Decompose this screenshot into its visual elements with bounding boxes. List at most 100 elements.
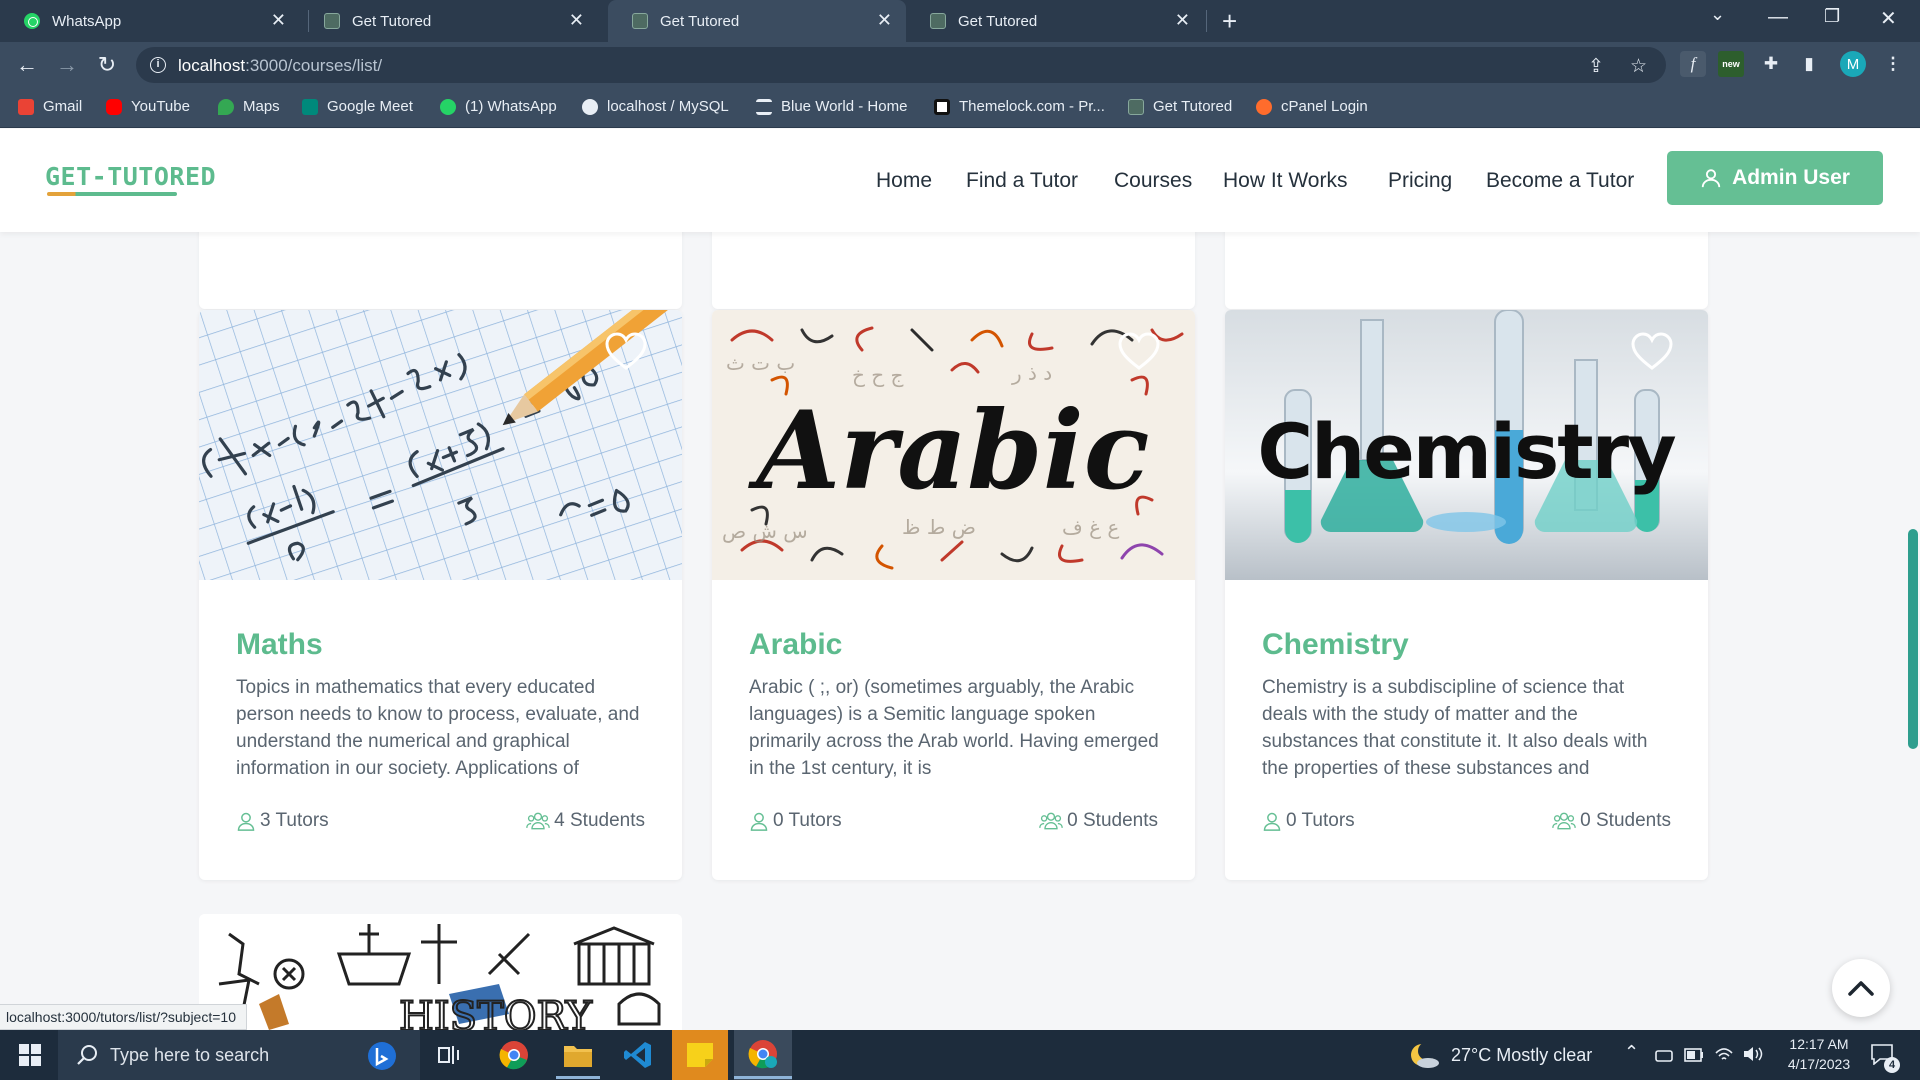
layers-icon (756, 98, 772, 115)
back-icon[interactable]: ← (12, 50, 42, 80)
active-indicator (734, 1076, 792, 1079)
volume-icon[interactable] (1742, 1045, 1764, 1063)
bing-icon[interactable] (366, 1040, 398, 1072)
tab-whatsapp[interactable]: WhatsApp ✕ (0, 0, 300, 42)
favorite-heart-icon[interactable] (604, 332, 648, 372)
course-description: Arabic ( ;, or) (sometimes arguably, the… (749, 677, 1159, 779)
nav-pricing[interactable]: Pricing (1388, 169, 1452, 193)
get-tutored-icon (930, 13, 946, 29)
clock-date: 4/17/2023 (1787, 1056, 1851, 1072)
site-logo[interactable]: GET-TUTORED (45, 162, 216, 191)
course-card-arabic[interactable]: ب ت ث ج ح خ د ذ ر س ش ص ض ط ظ ع غ ف Arabic A… (712, 310, 1195, 880)
bookmark-gmail[interactable]: Gmail (18, 98, 82, 115)
students-icon (1552, 812, 1576, 830)
color-picker-extension-icon[interactable]: new (1718, 51, 1744, 77)
meet-now-icon[interactable] (1655, 1047, 1673, 1065)
bookmark-themelock[interactable]: Themelock.com - Pr... (934, 98, 1105, 115)
admin-user-button[interactable]: Admin User (1667, 151, 1883, 205)
tray-chevron-icon[interactable]: ⌃ (1624, 1042, 1639, 1063)
bookmark-localhost-mysql[interactable]: localhost / MySQL (582, 98, 729, 115)
page-scrollbar[interactable] (1908, 529, 1918, 749)
students-count: 0 Students (1552, 810, 1671, 832)
taskbar-clock[interactable]: 12:17 AM 4/17/2023 (1778, 1034, 1860, 1074)
tutor-icon (1263, 812, 1281, 831)
side-panel-icon[interactable]: ▮ (1796, 51, 1822, 77)
tutors-count[interactable]: 3 Tutors (236, 810, 329, 832)
file-explorer-icon[interactable] (556, 1037, 600, 1073)
youtube-icon (106, 98, 122, 115)
favorite-heart-icon[interactable] (1117, 332, 1161, 372)
course-title[interactable]: Maths (236, 628, 323, 662)
sticky-notes-app[interactable] (672, 1030, 728, 1080)
address-bar[interactable]: i localhost:3000/courses/list/ ⇪ ☆ (136, 47, 1666, 83)
course-card-chemistry[interactable]: Chemistry Chemistry Chemistry is a subdi… (1225, 310, 1708, 880)
sticky-notes-icon (687, 1043, 713, 1067)
minimize-icon[interactable]: — (1768, 6, 1788, 29)
tutors-count[interactable]: 0 Tutors (1262, 810, 1355, 832)
restore-icon[interactable]: ❐ (1824, 6, 1840, 27)
tab-title: Get Tutored (352, 12, 432, 30)
extensions-puzzle-icon[interactable]: ✚ (1758, 51, 1784, 77)
url-text[interactable]: localhost:3000/courses/list/ (178, 56, 382, 76)
svg-text:ج ح خ: ج ح خ (852, 363, 904, 387)
forward-icon[interactable]: → (52, 50, 82, 80)
svg-text:Arabic: Arabic (748, 388, 1150, 514)
bookmark-star-icon[interactable]: ☆ (1630, 55, 1647, 78)
bookmark-whatsapp[interactable]: (1) WhatsApp (440, 98, 557, 115)
cpanel-icon (1256, 98, 1272, 115)
nav-how-it-works[interactable]: How It Works (1223, 169, 1347, 193)
chrome-profile-app[interactable] (734, 1030, 792, 1080)
tab-get-tutored[interactable]: Get Tutored ✕ (300, 0, 598, 42)
battery-icon[interactable] (1684, 1048, 1704, 1062)
wifi-icon[interactable] (1714, 1045, 1734, 1063)
admin-user-label: Admin User (1732, 166, 1850, 189)
tab-get-tutored-active[interactable]: Get Tutored ✕ (608, 0, 906, 42)
tab-get-tutored[interactable]: Get Tutored ✕ (906, 0, 1204, 42)
bookmark-google-meet[interactable]: Google Meet (302, 98, 413, 115)
reload-icon[interactable]: ↻ (92, 50, 122, 80)
bookmark-blue-world[interactable]: Blue World - Home (756, 98, 907, 115)
chrome-icon[interactable] (492, 1037, 536, 1073)
profile-avatar[interactable]: M (1840, 51, 1866, 77)
course-card-history[interactable]: HISTORY (199, 914, 682, 1030)
close-icon[interactable]: ✕ (1175, 10, 1190, 31)
bookmark-youtube[interactable]: YouTube (106, 98, 190, 115)
tutors-count[interactable]: 0 Tutors (749, 810, 842, 832)
course-title[interactable]: Arabic (749, 628, 842, 662)
nav-home[interactable]: Home (876, 169, 932, 193)
tab-search-icon[interactable]: ⌄ (1710, 4, 1725, 25)
new-tab-icon[interactable]: + (1222, 6, 1237, 37)
bookmark-cpanel[interactable]: cPanel Login (1256, 98, 1368, 115)
course-card-maths[interactable]: Maths Topics in mathematics that every e… (199, 310, 682, 880)
user-icon (1701, 169, 1721, 188)
menu-kebab-icon[interactable]: ⋮ (1880, 51, 1906, 77)
windows-start-icon[interactable] (8, 1037, 52, 1073)
task-view-icon[interactable] (428, 1037, 472, 1073)
clock-time: 12:17 AM (1789, 1036, 1849, 1052)
tab-strip: WhatsApp ✕ Get Tutored ✕ Get Tutored ✕ G… (0, 0, 1920, 42)
tutor-icon (237, 812, 255, 831)
svg-text:ع غ ف: ع غ ف (1062, 515, 1119, 539)
bookmark-get-tutored[interactable]: Get Tutored (1128, 98, 1232, 115)
scroll-to-top-button[interactable] (1832, 959, 1890, 1017)
share-icon[interactable]: ⇪ (1588, 55, 1604, 78)
weather-text[interactable]: 27°C Mostly clear (1451, 1045, 1592, 1066)
close-icon[interactable]: ✕ (877, 10, 892, 31)
nav-become-a-tutor[interactable]: Become a Tutor (1486, 169, 1634, 193)
chrome-profile-icon (748, 1040, 777, 1069)
taskbar-search-box[interactable]: Type here to search (58, 1030, 420, 1080)
bookmark-maps[interactable]: Maps (218, 98, 280, 115)
close-icon[interactable]: ✕ (569, 10, 584, 31)
tab-title: Get Tutored (660, 12, 740, 30)
site-info-icon[interactable]: i (150, 57, 166, 73)
nav-find-a-tutor[interactable]: Find a Tutor (966, 169, 1078, 193)
svg-text:ب ت ث: ب ت ث (726, 351, 795, 375)
font-extension-icon[interactable]: f (1680, 51, 1706, 77)
nav-courses[interactable]: Courses (1114, 169, 1192, 193)
close-icon[interactable]: ✕ (271, 10, 286, 31)
window-close-icon[interactable]: ✕ (1880, 6, 1897, 31)
favorite-heart-icon[interactable] (1630, 332, 1674, 372)
vscode-icon[interactable] (616, 1037, 660, 1073)
course-title[interactable]: Chemistry (1262, 628, 1409, 662)
page-viewport: GET-TUTORED Home Find a Tutor Courses Ho… (0, 129, 1920, 1030)
